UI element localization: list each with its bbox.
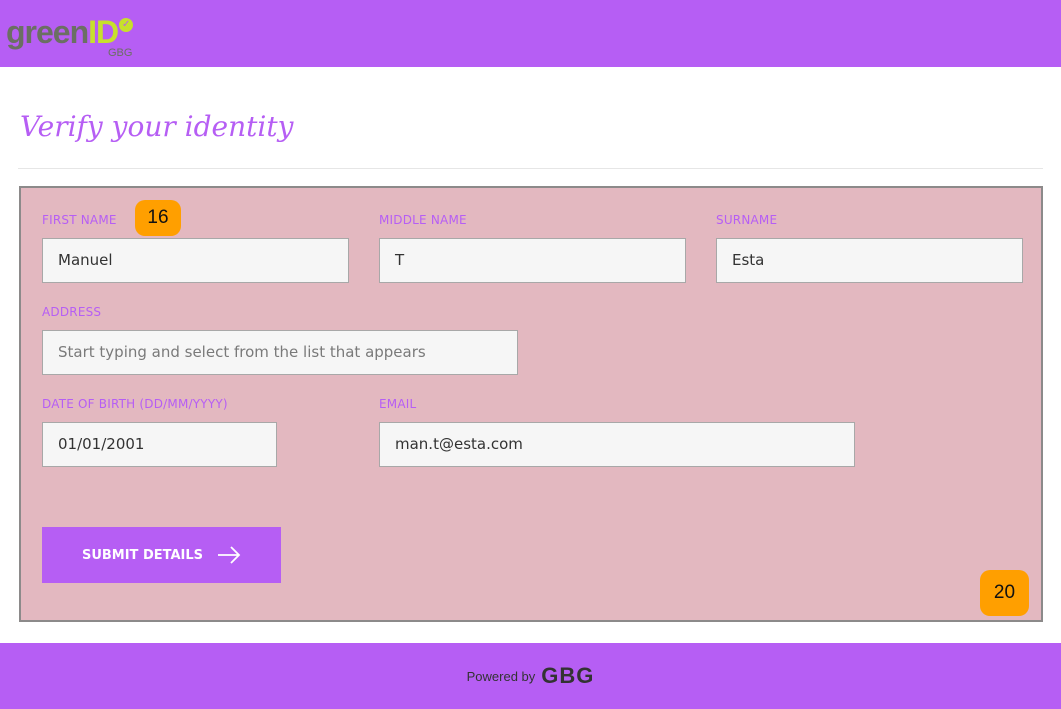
logo-text-green: green [6,14,89,50]
middle-name-label: MIDDLE NAME [379,213,467,227]
surname-label: SURNAME [716,213,778,227]
step-badge-16: 16 [135,200,181,236]
step-badge-20: 20 [980,570,1029,616]
address-label: ADDRESS [42,305,102,319]
surname-input[interactable]: Esta [716,238,1023,283]
identity-form: FIRST NAME Manuel MIDDLE NAME T SURNAME … [19,186,1043,622]
logo-subtext: GBG [108,47,133,59]
first-name-label: FIRST NAME [42,213,117,227]
powered-by-text: Powered by [466,668,536,684]
top-header: greenID ✓ GBG [0,0,1061,67]
address-input[interactable]: Start typing and select from the list th… [42,330,518,375]
middle-name-input[interactable]: T [379,238,686,283]
email-input[interactable]: man.t@esta.com [379,422,855,467]
dob-input[interactable]: 01/01/2001 [42,422,277,467]
email-label: EMAIL [379,397,417,411]
page-title: Verify your identity [20,110,294,143]
first-name-input[interactable]: Manuel [42,238,349,283]
logo-text-id: ID [88,14,119,50]
dob-label: DATE OF BIRTH (DD/MM/YYYY) [42,397,228,411]
arrow-right-icon [218,546,241,564]
check-circle-icon: ✓ [119,18,134,32]
greenid-logo: greenID ✓ GBG [6,14,134,60]
submit-label: SUBMIT DETAILS [81,547,204,563]
footer: Powered by GBG [0,643,1061,709]
submit-details-button[interactable]: SUBMIT DETAILS [42,527,281,583]
title-divider [18,168,1043,169]
gbg-brand-logo: GBG [541,663,595,688]
